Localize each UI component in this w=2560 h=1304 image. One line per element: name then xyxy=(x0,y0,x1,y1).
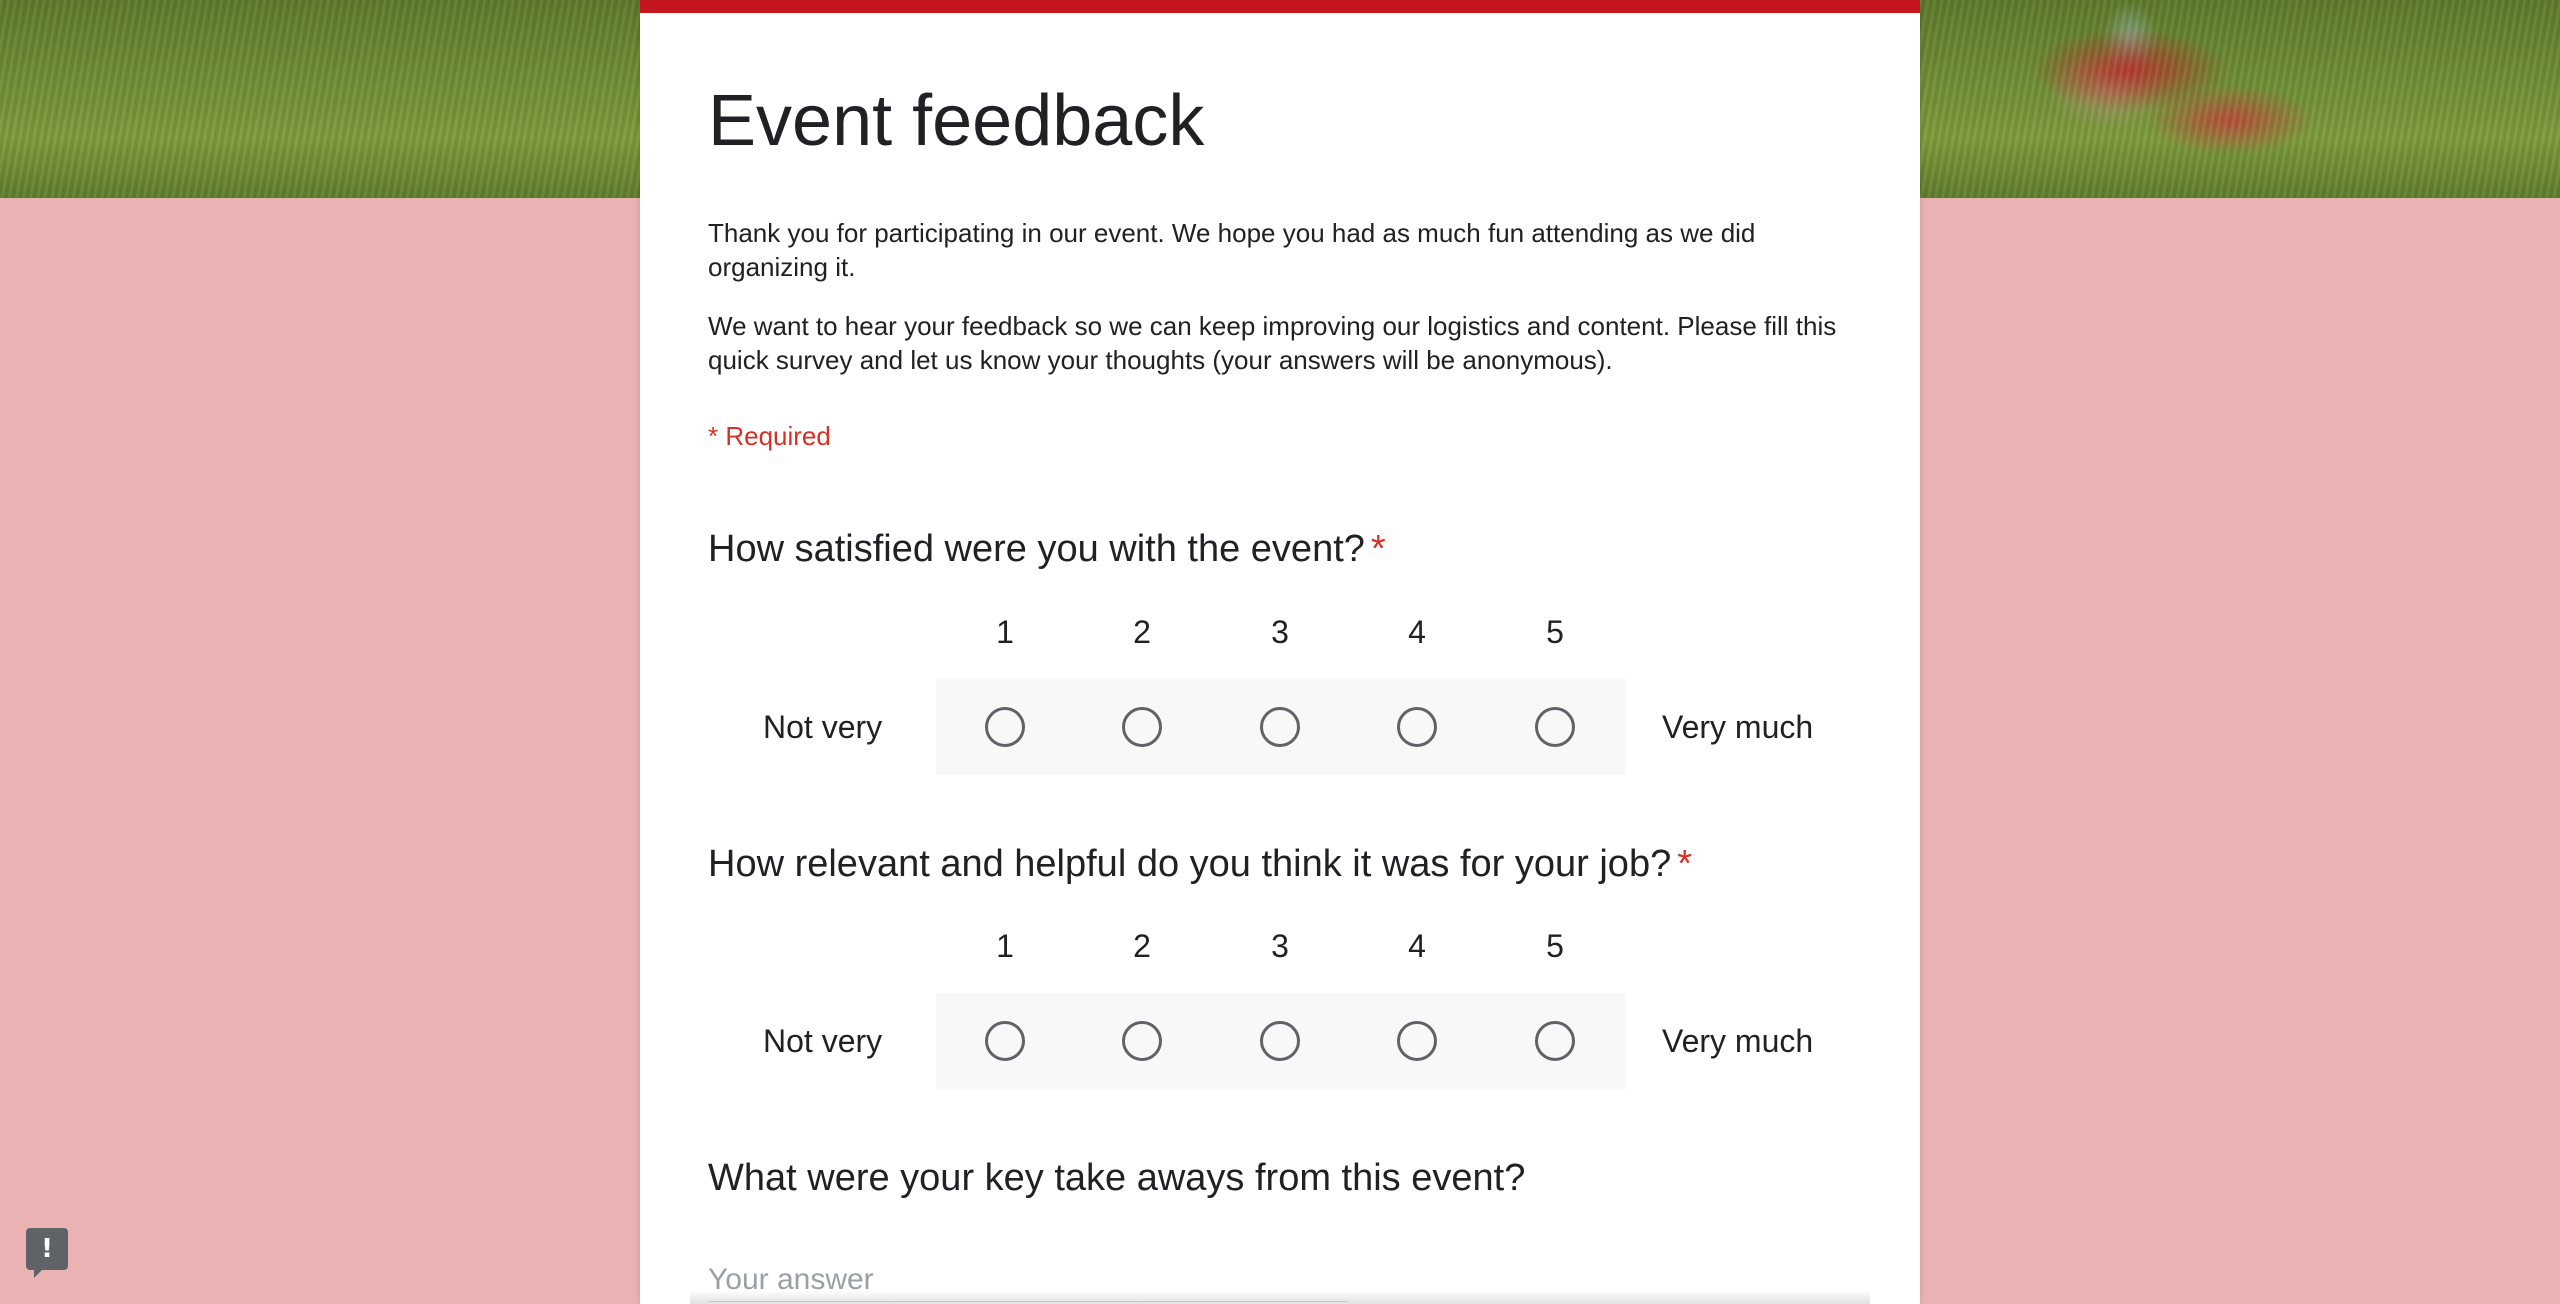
required-asterisk: * xyxy=(1677,843,1693,885)
scale-number-4: 4 xyxy=(1408,614,1426,650)
question-1-radio-5[interactable] xyxy=(1535,707,1575,747)
scale-number-4: 4 xyxy=(1408,928,1426,964)
question-2-radio-1[interactable] xyxy=(985,1021,1025,1061)
scale-number-2: 2 xyxy=(1133,928,1151,964)
scale-number-3: 3 xyxy=(1271,614,1289,650)
question-2-radio-5[interactable] xyxy=(1535,1021,1575,1061)
form-top-accent xyxy=(640,0,1920,13)
question-2-radio-4[interactable] xyxy=(1397,1021,1437,1061)
question-1-scale-numbers: 1 2 3 4 5 xyxy=(936,614,1626,654)
question-3-title: What were your key take aways from this … xyxy=(708,1157,1525,1200)
question-2-low-label: Not very xyxy=(763,1023,883,1059)
scale-number-3: 3 xyxy=(1271,928,1289,964)
form-description-paragraph-1: Thank you for participating in our event… xyxy=(708,218,1756,282)
question-2-title: How relevant and helpful do you think it… xyxy=(708,843,1692,886)
scale-number-1: 1 xyxy=(996,614,1014,650)
report-problem-button[interactable]: ! xyxy=(26,1228,68,1278)
required-asterisk: * xyxy=(1370,528,1386,570)
form-description-paragraph-2: We want to hear your feedback so we can … xyxy=(708,311,1837,375)
report-icon: ! xyxy=(41,1234,53,1264)
question-1-radio-2[interactable] xyxy=(1122,707,1162,747)
scale-number-5: 5 xyxy=(1546,614,1564,650)
scale-number-5: 5 xyxy=(1546,928,1564,964)
question-2-scale-numbers: 1 2 3 4 5 xyxy=(936,928,1626,968)
question-1-text: How satisfied were you with the event? xyxy=(708,528,1365,570)
scale-number-2: 2 xyxy=(1133,614,1151,650)
form-card: Event feedback Thank you for participati… xyxy=(640,0,1920,1304)
question-2-radio-2[interactable] xyxy=(1122,1021,1162,1061)
question-1-radio-1[interactable] xyxy=(985,707,1025,747)
question-1-low-label: Not very xyxy=(763,709,883,745)
question-2-text: How relevant and helpful do you think it… xyxy=(708,843,1672,885)
required-note: * Required xyxy=(708,421,831,451)
form-title: Event feedback xyxy=(708,81,1205,161)
question-1-radio-3[interactable] xyxy=(1260,707,1300,747)
question-3-text: What were your key take aways from this … xyxy=(708,1157,1526,1199)
bottom-scroll-shadow xyxy=(690,1290,1870,1304)
question-2-scale-row xyxy=(936,993,1626,1089)
question-2-radio-3[interactable] xyxy=(1260,1021,1300,1061)
scale-number-1: 1 xyxy=(996,928,1014,964)
question-1-radio-4[interactable] xyxy=(1397,707,1437,747)
question-2-high-label: Very much xyxy=(1662,1023,1814,1059)
question-1-high-label: Very much xyxy=(1662,709,1814,745)
question-1-scale-row xyxy=(936,679,1626,775)
question-1-title: How satisfied were you with the event? * xyxy=(708,528,1386,571)
